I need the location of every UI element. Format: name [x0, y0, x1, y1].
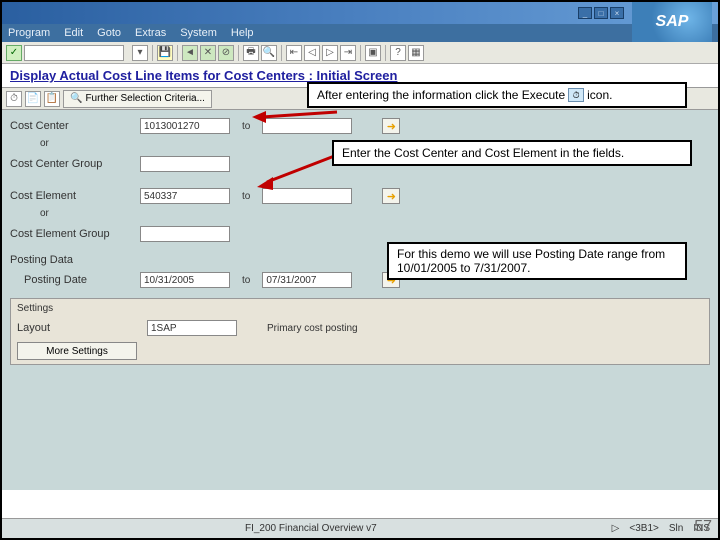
- help-icon[interactable]: ?: [390, 45, 406, 61]
- print-icon[interactable]: 🖶: [243, 45, 259, 61]
- maximize-icon[interactable]: □: [594, 7, 608, 19]
- toolbar-dropdown-icon[interactable]: ▾: [132, 45, 148, 61]
- cost-center-input[interactable]: [140, 118, 230, 134]
- menubar: Program Edit Goto Extras System Help: [2, 24, 718, 42]
- menu-edit[interactable]: Edit: [64, 27, 83, 39]
- status-triangle-icon: ▷: [612, 523, 620, 534]
- toolbar: ✓ ▾ 💾 ◄ ✕ ⊘ 🖶 🔍 ⇤ ◁ ▷ ⇥ ▣ ? ▦: [2, 42, 718, 64]
- last-page-icon[interactable]: ⇥: [340, 45, 356, 61]
- window-controls: _ □ ×: [578, 7, 624, 19]
- cost-center-group-label: Cost Center Group: [10, 158, 140, 170]
- status-field-2: Sln: [669, 523, 683, 534]
- more-settings-button[interactable]: More Settings: [17, 342, 137, 360]
- titlebar: _ □ ×: [2, 2, 718, 24]
- posting-date-to-input[interactable]: [262, 272, 352, 288]
- variant-save-icon[interactable]: 📋: [44, 91, 60, 107]
- next-page-icon[interactable]: ▷: [322, 45, 338, 61]
- page-number: 57: [694, 518, 712, 536]
- back-icon[interactable]: ◄: [182, 45, 198, 61]
- minimize-icon[interactable]: _: [578, 7, 592, 19]
- to-label: to: [242, 121, 250, 132]
- multi-select-icon-2[interactable]: ➜: [382, 188, 400, 204]
- to-label-2: to: [242, 191, 250, 202]
- exit-icon[interactable]: ✕: [200, 45, 216, 61]
- further-selection-button[interactable]: 🔍 Further Selection Criteria...: [63, 90, 212, 108]
- callout-execute: After entering the information click the…: [307, 82, 687, 108]
- annotation-arrow-2: [257, 152, 342, 192]
- sap-logo: SAP: [632, 2, 712, 42]
- menu-system[interactable]: System: [180, 27, 217, 39]
- multi-select-icon[interactable]: ➜: [382, 118, 400, 134]
- execute-icon[interactable]: ⏱: [6, 91, 22, 107]
- settings-group: Settings Layout Primary cost posting Mor…: [10, 298, 710, 365]
- layout-icon[interactable]: ▦: [408, 45, 424, 61]
- command-field[interactable]: [24, 45, 124, 61]
- layout-desc: Primary cost posting: [267, 323, 358, 334]
- callout-text: After entering the information click the…: [317, 88, 565, 102]
- cost-element-group-label: Cost Element Group: [10, 228, 140, 240]
- layout-input[interactable]: [147, 320, 237, 336]
- save-icon[interactable]: 💾: [157, 45, 173, 61]
- posting-to-label: to: [242, 275, 250, 286]
- enter-icon[interactable]: ✓: [6, 45, 22, 61]
- find-icon[interactable]: 🔍: [261, 45, 277, 61]
- callout-text-b: icon.: [587, 88, 612, 102]
- menu-extras[interactable]: Extras: [135, 27, 166, 39]
- status-field-1: <3B1>: [629, 523, 658, 534]
- callout-fields: Enter the Cost Center and Cost Element i…: [332, 140, 692, 166]
- further-icon: 🔍: [70, 93, 82, 104]
- cost-element-label: Cost Element: [10, 190, 140, 202]
- or-text-2: or: [10, 208, 710, 224]
- menu-help[interactable]: Help: [231, 27, 254, 39]
- cost-center-group-input[interactable]: [140, 156, 230, 172]
- variant-get-icon[interactable]: 📄: [25, 91, 41, 107]
- menu-goto[interactable]: Goto: [97, 27, 121, 39]
- cost-center-label: Cost Center: [10, 120, 140, 132]
- annotation-arrow: [252, 107, 342, 127]
- footer-center: FI_200 Financial Overview v7: [245, 523, 377, 534]
- settings-title: Settings: [17, 303, 703, 314]
- statusbar: FI_200 Financial Overview v7 ▷ <3B1> Sln…: [2, 518, 718, 538]
- further-label: Further Selection Criteria...: [85, 93, 205, 104]
- callout-posting: For this demo we will use Posting Date r…: [387, 242, 687, 280]
- cost-element-input[interactable]: [140, 188, 230, 204]
- layout-label: Layout: [17, 322, 147, 334]
- content-area: Cost Center to ➜ or Cost Center Group Co…: [2, 110, 718, 490]
- menu-program[interactable]: Program: [8, 27, 50, 39]
- callout-text-3: For this demo we will use Posting Date r…: [397, 247, 677, 275]
- close-icon[interactable]: ×: [610, 7, 624, 19]
- posting-date-label: Posting Date: [10, 274, 140, 286]
- callout-text-2: Enter the Cost Center and Cost Element i…: [342, 146, 624, 160]
- posting-date-from-input[interactable]: [140, 272, 230, 288]
- prev-page-icon[interactable]: ◁: [304, 45, 320, 61]
- new-session-icon[interactable]: ▣: [365, 45, 381, 61]
- cancel-icon[interactable]: ⊘: [218, 45, 234, 61]
- execute-icon-inline: ⏱: [568, 88, 584, 102]
- cost-element-group-input[interactable]: [140, 226, 230, 242]
- first-page-icon[interactable]: ⇤: [286, 45, 302, 61]
